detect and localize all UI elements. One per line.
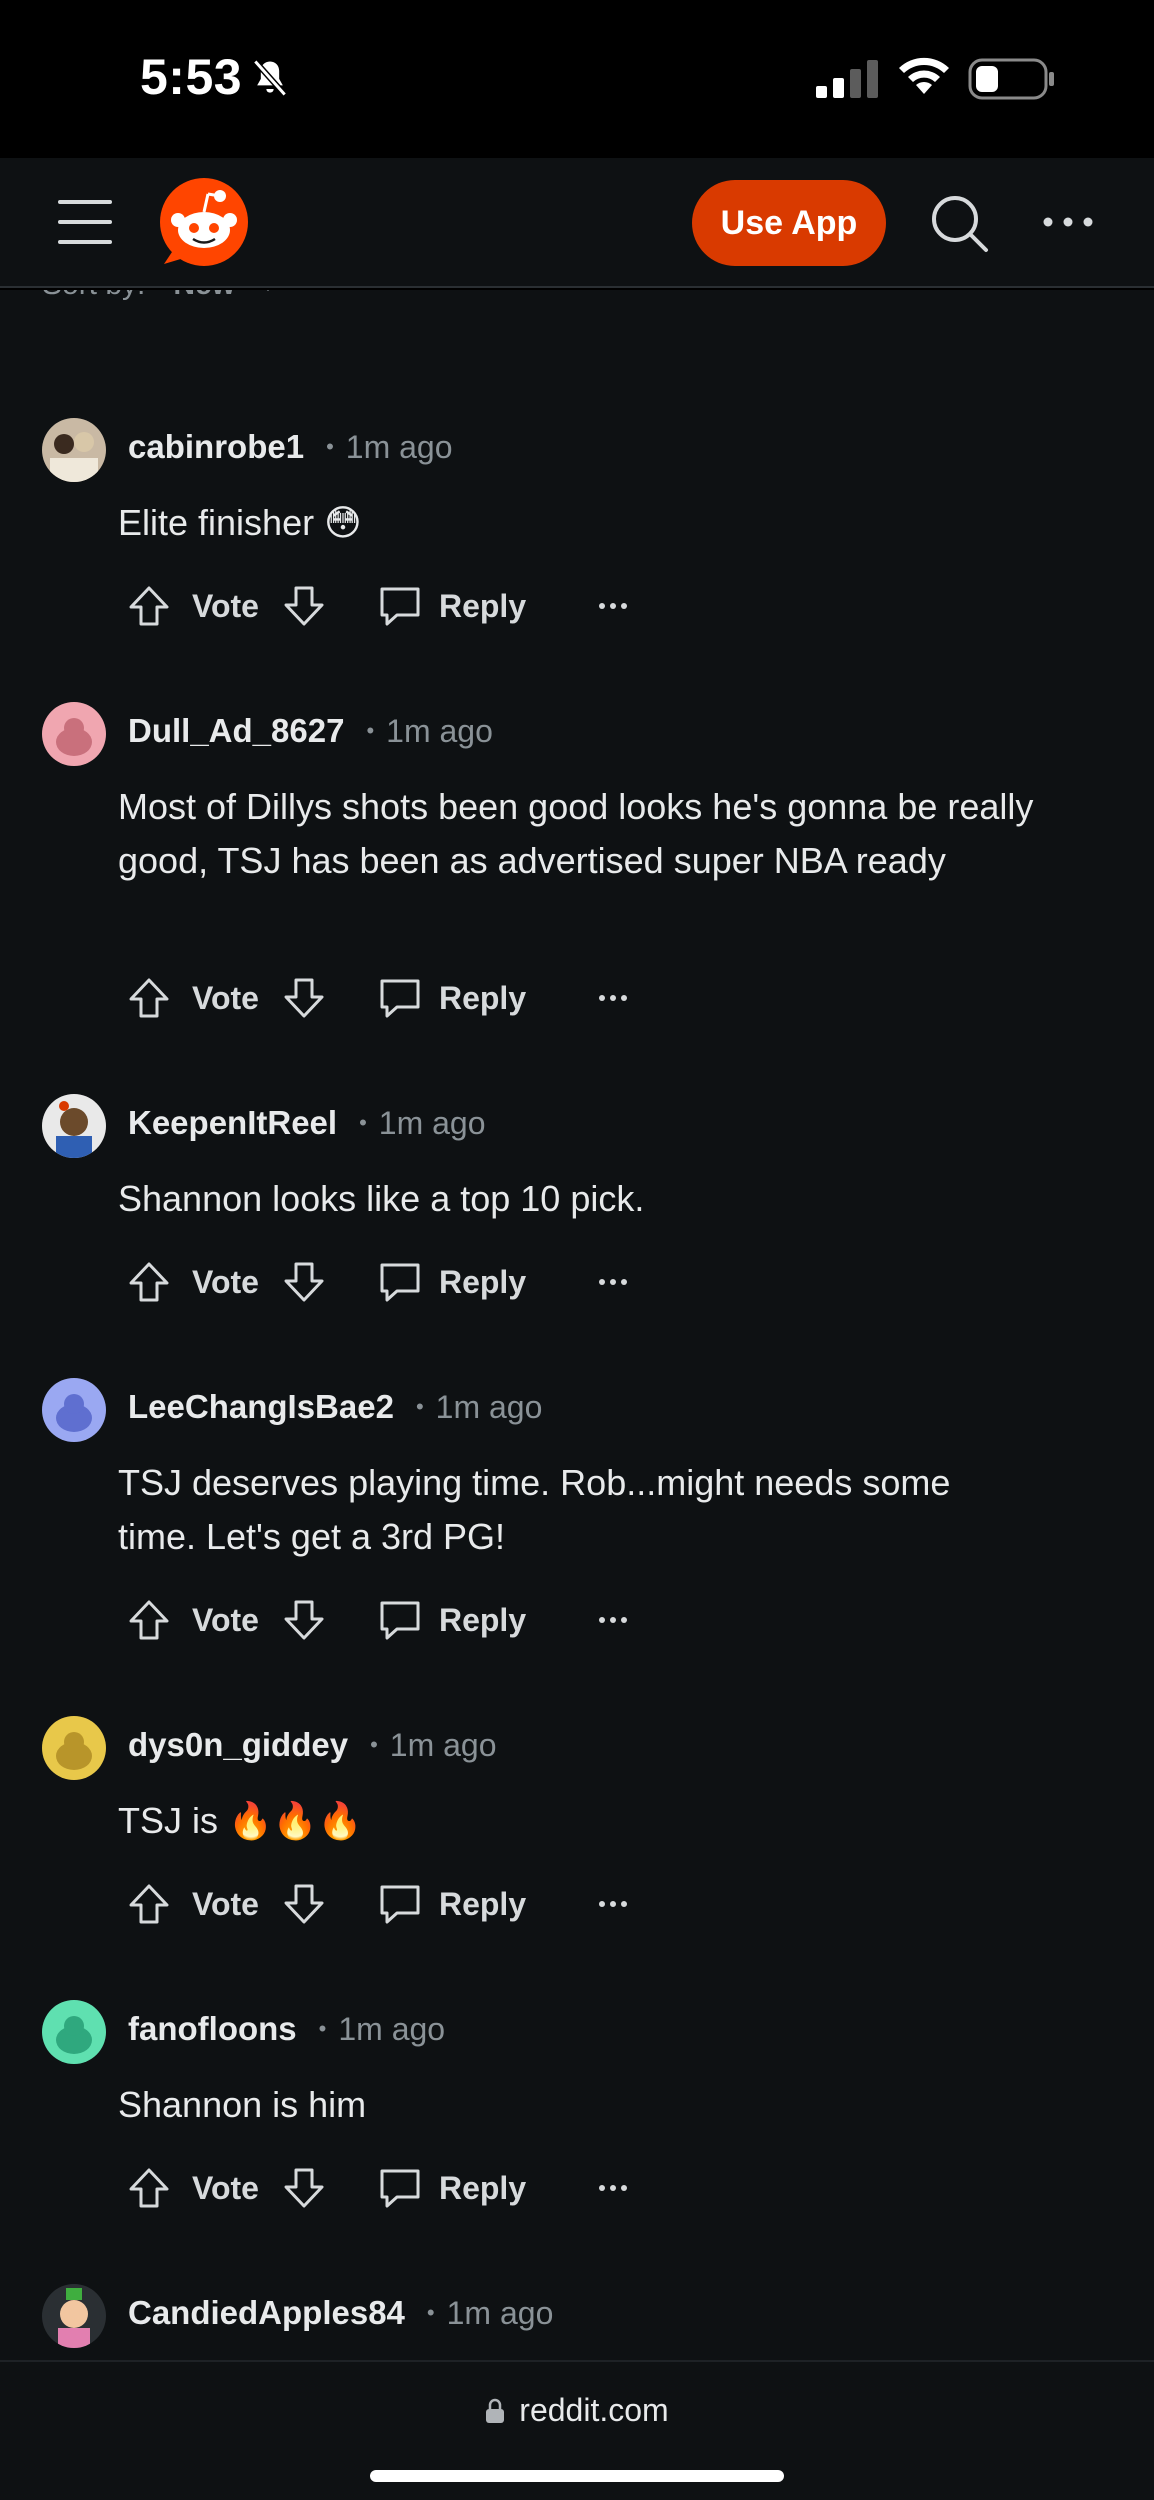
comment-body: Shannon looks like a top 10 pick.	[118, 1178, 645, 1219]
comment-more-icon[interactable]	[598, 1898, 628, 1910]
reply-button[interactable]: Reply	[377, 2165, 526, 2211]
vote-label: Vote	[192, 979, 259, 1016]
url-display[interactable]: reddit.com	[0, 2392, 1154, 2429]
reply-button[interactable]: Reply	[377, 1597, 526, 1643]
reply-button[interactable]: Reply	[377, 1881, 526, 1927]
downvote-icon[interactable]	[281, 1259, 327, 1305]
sort-selector[interactable]: Sort by: New	[42, 290, 281, 302]
comment-body: Most of Dillys shots been good looks he'…	[118, 786, 1034, 881]
vote-label: Vote	[192, 587, 259, 624]
hamburger-menu-icon[interactable]	[58, 200, 112, 244]
wifi-icon	[899, 57, 949, 94]
bell-slash-icon	[253, 59, 287, 97]
comment-author[interactable]: dys0n_giddey	[128, 1726, 348, 1764]
comment-actions: Vote Reply	[126, 1252, 628, 1312]
more-options-icon[interactable]	[1042, 210, 1094, 234]
vote-label: Vote	[192, 2169, 259, 2206]
lock-icon	[486, 2398, 505, 2423]
battery-icon	[968, 58, 1054, 100]
comment-body: Elite finisher 😳	[118, 502, 362, 543]
vote-label: Vote	[192, 1263, 259, 1300]
chevron-down-icon	[267, 290, 270, 291]
avatar[interactable]	[42, 1716, 106, 1780]
comment-more-icon[interactable]	[598, 992, 628, 1004]
reply-button[interactable]: Reply	[377, 583, 526, 629]
upvote-icon[interactable]	[126, 975, 172, 1021]
top-nav: Use App	[0, 158, 1154, 288]
comment-bubble-icon	[380, 2169, 420, 2208]
comment-bubble-icon	[380, 587, 420, 626]
comment-more-icon[interactable]	[598, 2182, 628, 2194]
comment-actions: Vote Reply	[126, 2158, 628, 2218]
comment-author[interactable]: KeepenItReel	[128, 1104, 337, 1142]
comment-more-icon[interactable]	[598, 600, 628, 612]
reply-button[interactable]: Reply	[377, 975, 526, 1021]
avatar[interactable]	[42, 702, 106, 766]
comment-author[interactable]: fanofloons	[128, 2010, 297, 2048]
downvote-icon[interactable]	[281, 2165, 327, 2211]
reply-label: Reply	[438, 1263, 527, 1300]
reply-label: Reply	[438, 979, 527, 1016]
vote-label: Vote	[192, 1885, 259, 1922]
comments-feed: Sort by:New cabinrobe1 • 1m ago Elite fi…	[0, 290, 1154, 2360]
comment-timestamp: 1m ago	[435, 1388, 543, 1425]
upvote-icon[interactable]	[126, 1881, 172, 1927]
comment-more-icon[interactable]	[598, 1276, 628, 1288]
search-icon[interactable]	[930, 194, 990, 254]
comment-actions: Vote Reply	[126, 1874, 628, 1934]
avatar[interactable]	[42, 2284, 106, 2348]
comment-actions: Vote Reply	[126, 1590, 628, 1650]
comment-author[interactable]: LeeChangIsBae2	[128, 1388, 394, 1426]
comment-timestamp: 1m ago	[389, 1726, 497, 1763]
avatar[interactable]	[42, 1094, 106, 1158]
signal-icon	[816, 60, 878, 98]
comment-more-icon[interactable]	[598, 1614, 628, 1626]
comment-timestamp: 1m ago	[386, 712, 493, 749]
comment-author[interactable]: Dull_Ad_8627	[128, 712, 344, 750]
url-text: reddit.com	[519, 2392, 669, 2428]
sort-value[interactable]: New	[173, 290, 235, 301]
comment-bubble-icon	[380, 1601, 420, 1640]
downvote-icon[interactable]	[281, 1597, 327, 1643]
status-bar: 5:53	[0, 0, 1154, 158]
comment-bubble-icon	[380, 1263, 420, 1302]
reply-label: Reply	[438, 1601, 527, 1638]
comment-bubble-icon	[380, 1885, 420, 1924]
comment-body: Shannon is him	[118, 2084, 367, 2125]
reply-label: Reply	[438, 2169, 527, 2206]
status-time: 5:53	[140, 49, 243, 105]
upvote-icon[interactable]	[126, 583, 172, 629]
reply-button[interactable]: Reply	[377, 1259, 526, 1305]
comment-bubble-icon	[380, 979, 420, 1018]
upvote-icon[interactable]	[126, 2165, 172, 2211]
use-app-button[interactable]: Use App	[692, 180, 886, 266]
avatar[interactable]	[42, 2000, 106, 2064]
comment-author[interactable]: CandiedApples84	[128, 2294, 405, 2332]
comment-actions: Vote Reply	[126, 576, 628, 636]
comment-timestamp: 1m ago	[446, 2294, 554, 2331]
reply-label: Reply	[438, 1885, 527, 1922]
downvote-icon[interactable]	[281, 583, 327, 629]
comment-timestamp: 1m ago	[378, 1104, 486, 1141]
comment-timestamp: 1m ago	[345, 428, 453, 465]
downvote-icon[interactable]	[281, 975, 327, 1021]
vote-label: Vote	[192, 1601, 259, 1638]
reply-label: Reply	[438, 587, 527, 624]
comment-body: TSJ is 🔥🔥🔥	[118, 1800, 363, 1841]
browser-address-bar: reddit.com	[0, 2360, 1154, 2500]
comment-author[interactable]: cabinrobe1	[128, 428, 304, 466]
avatar[interactable]	[42, 1378, 106, 1442]
upvote-icon[interactable]	[126, 1597, 172, 1643]
comment-timestamp: 1m ago	[338, 2010, 446, 2047]
avatar[interactable]	[42, 418, 106, 482]
downvote-icon[interactable]	[281, 1881, 327, 1927]
upvote-icon[interactable]	[126, 1259, 172, 1305]
comment-actions: Vote Reply	[126, 968, 628, 1028]
comment-body: TSJ deserves playing time. Rob...might n…	[118, 1462, 951, 1557]
sort-label: Sort by:	[42, 290, 145, 301]
reddit-logo[interactable]	[160, 178, 248, 266]
home-indicator[interactable]	[370, 2470, 784, 2482]
